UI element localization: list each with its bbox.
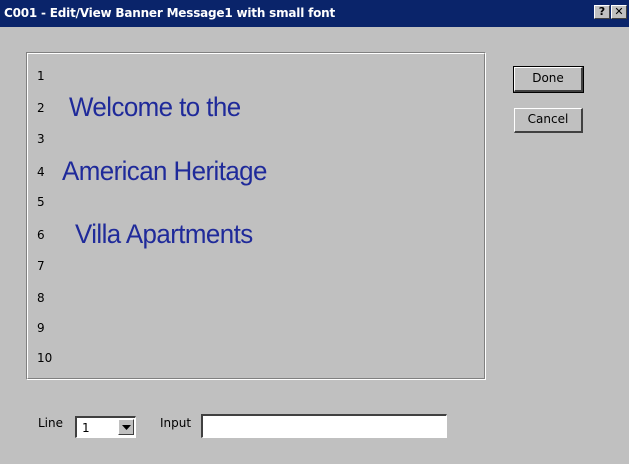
line-number-5: 5 xyxy=(37,195,45,209)
line-number-10: 10 xyxy=(37,351,53,365)
close-button[interactable]: ✕ xyxy=(611,5,627,19)
line-select[interactable]: 1 xyxy=(75,416,136,438)
line-number-2: 2 xyxy=(37,101,45,115)
cancel-button[interactable]: Cancel xyxy=(514,108,583,133)
input-field[interactable] xyxy=(201,414,447,438)
line-number-8: 8 xyxy=(37,291,45,305)
line-number-1: 1 xyxy=(37,69,45,83)
line-select-value: 1 xyxy=(82,421,90,435)
dialog-window: C001 - Edit/View Banner Message1 with sm… xyxy=(0,0,629,464)
title-bar[interactable]: C001 - Edit/View Banner Message1 with sm… xyxy=(0,0,629,27)
line-number-7: 7 xyxy=(37,259,45,273)
banner-line-2-text: Welcome to the xyxy=(69,92,241,122)
banner-line-6-text: Villa Apartments xyxy=(75,219,253,249)
banner-line-4-text: American Heritage xyxy=(62,156,267,186)
done-button[interactable]: Done xyxy=(513,66,584,93)
help-button[interactable]: ? xyxy=(594,5,610,19)
window-title: C001 - Edit/View Banner Message1 with sm… xyxy=(4,6,336,20)
line-number-3: 3 xyxy=(37,132,45,146)
banner-message-panel-inner: 1 2 3 4 5 6 7 8 9 10 Welcome to the Amer… xyxy=(27,53,485,379)
line-number-9: 9 xyxy=(37,321,45,335)
input-label: Input xyxy=(160,416,192,430)
dropdown-arrow-button[interactable] xyxy=(118,419,134,435)
line-label: Line xyxy=(38,416,64,430)
banner-message-panel: 1 2 3 4 5 6 7 8 9 10 Welcome to the Amer… xyxy=(26,52,486,380)
line-number-4: 4 xyxy=(37,165,45,179)
line-number-6: 6 xyxy=(37,228,45,242)
chevron-down-icon xyxy=(122,425,131,430)
